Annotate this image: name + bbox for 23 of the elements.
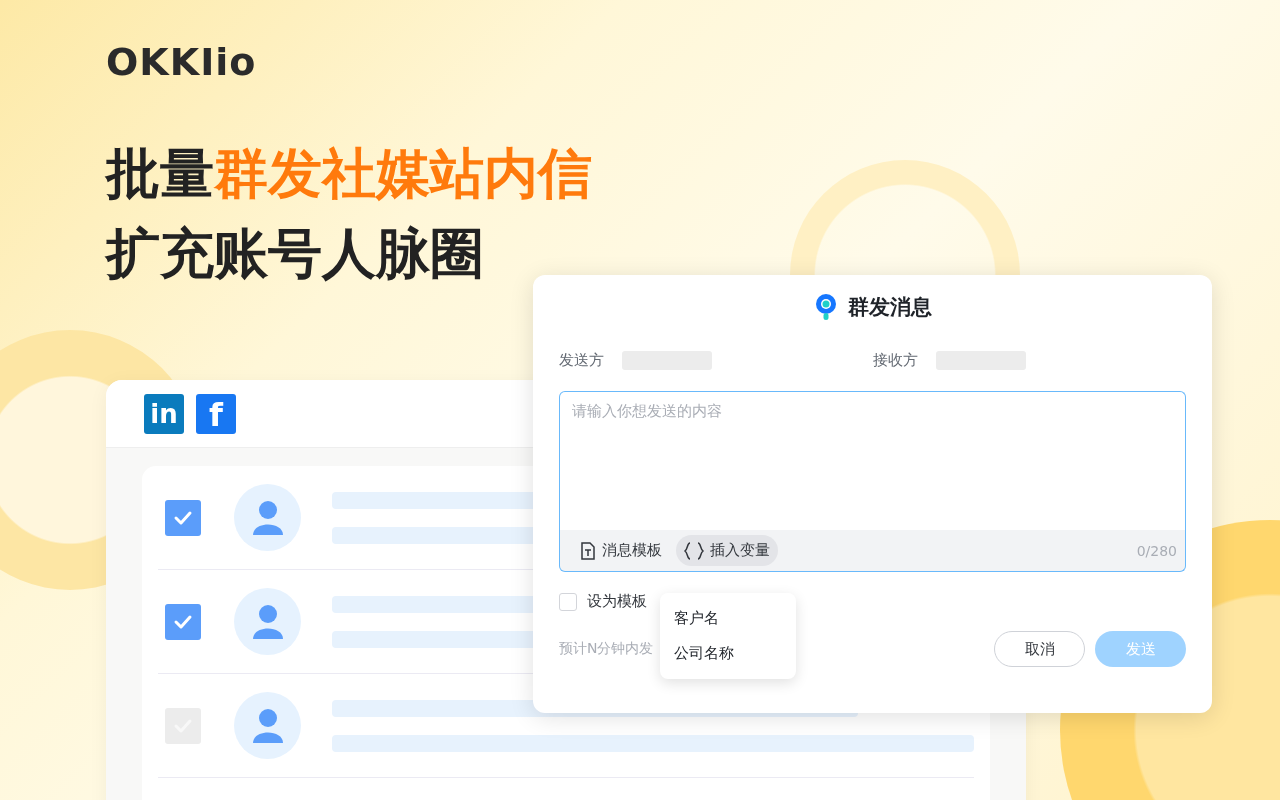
cancel-button[interactable]: 取消 [994,631,1085,667]
menu-item[interactable]: 客户名 [660,601,796,636]
checkbox[interactable] [165,499,201,536]
document-icon [580,541,596,560]
checkbox-label: 设为模板 [587,592,647,611]
dialog-title: 群发消息 [847,294,932,321]
receiver-label: 接收方 [872,350,918,370]
sender-label: 发送方 [559,350,604,370]
character-counter: 0/280 [1136,542,1177,559]
menu-item[interactable]: 公司名称 [660,636,796,671]
facebook-logo-icon[interactable]: f [196,393,236,434]
braces-icon [684,541,704,560]
checkbox[interactable] [165,603,201,640]
checkbox[interactable] [559,592,577,611]
headline: 扩充账号人脉圈 [106,222,484,287]
logo: OKKIio [106,40,257,84]
insert-variable-button[interactable]: 插入变量 [676,535,778,566]
pin-icon [813,293,838,321]
message-input[interactable]: 请输入你想发送的内容 [559,391,1186,530]
template-button[interactable]: 消息模板 [572,535,670,566]
estimate-note: 预计N分钟内发 [559,640,654,658]
headline: 批量群发社媒站内信 [106,142,592,207]
linkedin-logo-icon[interactable]: in [144,393,184,434]
